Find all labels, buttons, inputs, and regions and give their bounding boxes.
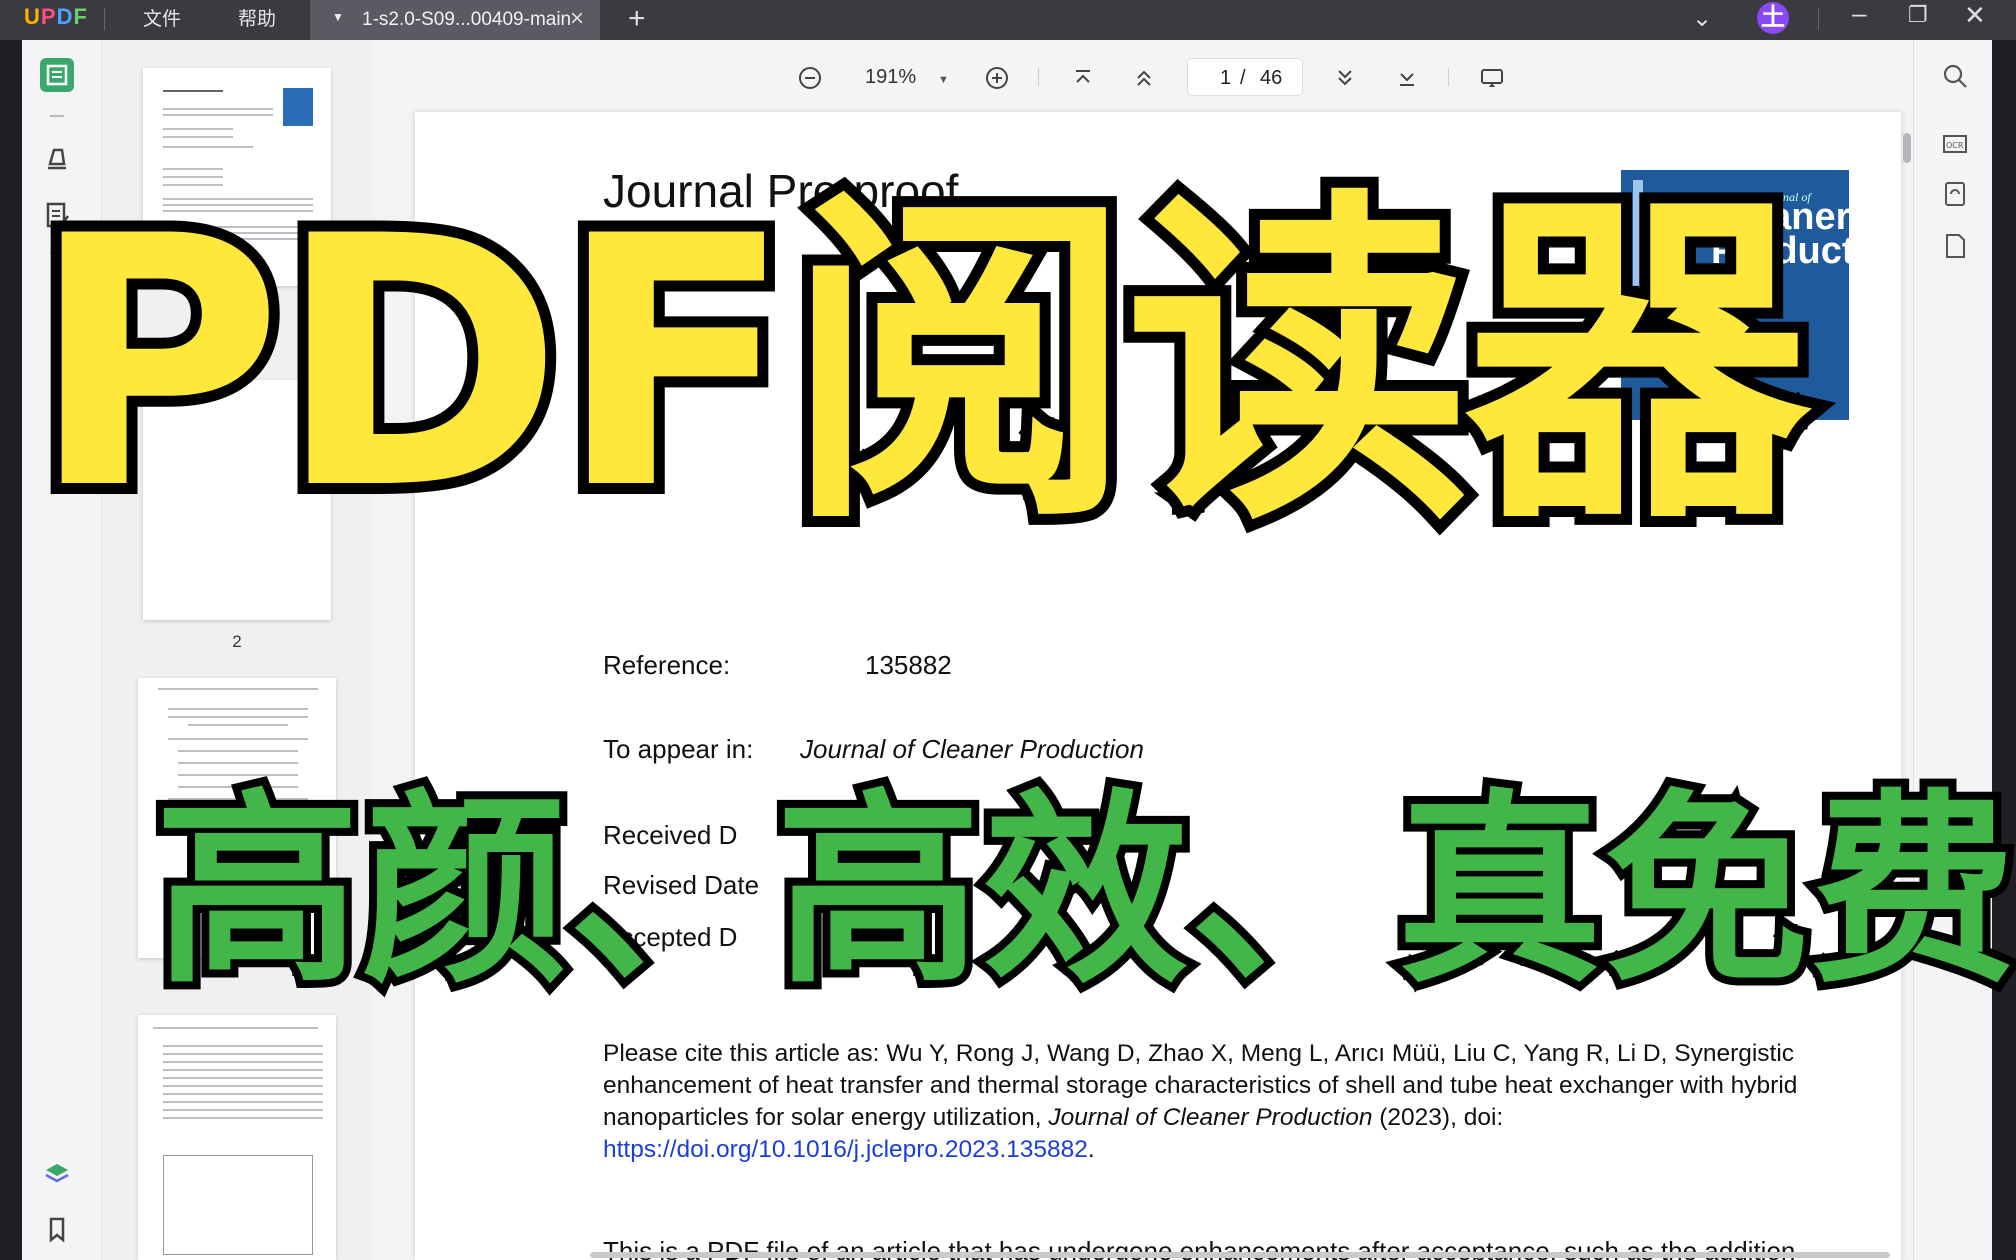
tab-dropdown-icon[interactable]: ▼ bbox=[332, 10, 344, 24]
citation-year: (2023), doi: bbox=[1372, 1104, 1504, 1131]
received-label: Received D bbox=[603, 820, 738, 850]
total-pages: 46 bbox=[1260, 67, 1283, 89]
last-page-icon[interactable] bbox=[1394, 65, 1420, 91]
zoom-dropdown-icon[interactable]: ▼ bbox=[938, 74, 949, 86]
close-window-icon[interactable]: ✕ bbox=[1964, 0, 1986, 31]
new-tab-icon[interactable]: + bbox=[628, 2, 646, 36]
menu-file[interactable]: 文件 bbox=[143, 4, 181, 31]
protect-icon[interactable] bbox=[1941, 232, 1969, 260]
thumbnail-page-number: 1 bbox=[232, 296, 242, 315]
appear-label: To appear in: bbox=[603, 734, 754, 764]
next-page-icon[interactable] bbox=[1332, 65, 1358, 91]
thumbnail-page-3[interactable] bbox=[138, 678, 336, 958]
chevron-down-icon[interactable]: ⌄ bbox=[1692, 4, 1712, 33]
pdf-page[interactable]: Journal Pre-proof Journal of Cleaner Pro… bbox=[415, 112, 1901, 1260]
zoom-in-icon[interactable] bbox=[984, 65, 1010, 91]
reference-value: 135882 bbox=[865, 650, 952, 680]
current-page[interactable]: 1 bbox=[1220, 67, 1231, 90]
title-bar: UPDF 文件 帮助 ▼ 1-s2.0-S09...00409-main × +… bbox=[0, 0, 2016, 40]
divider bbox=[1818, 8, 1819, 30]
slideshow-icon[interactable] bbox=[1479, 65, 1505, 91]
thumbnail-page-1[interactable] bbox=[143, 68, 331, 286]
horizontal-scrollbar[interactable] bbox=[590, 1252, 1890, 1258]
menu-help[interactable]: 帮助 bbox=[238, 4, 276, 31]
thumbnail-page-2[interactable] bbox=[143, 380, 331, 620]
accepted-label: Accepted D bbox=[603, 922, 738, 952]
bookmark-icon[interactable] bbox=[40, 1212, 74, 1246]
zoom-out-icon[interactable] bbox=[797, 65, 823, 91]
app-window: UPDF 文件 帮助 ▼ 1-s2.0-S09...00409-main × +… bbox=[0, 0, 2016, 1260]
comment-highlight-icon[interactable] bbox=[40, 140, 74, 174]
reader-mode-icon[interactable] bbox=[40, 58, 74, 92]
previous-page-icon[interactable] bbox=[1131, 65, 1157, 91]
layers-icon[interactable] bbox=[40, 1156, 74, 1190]
cover-stripe bbox=[1633, 180, 1643, 300]
avatar[interactable]: 土 bbox=[1757, 2, 1789, 34]
ocr-icon[interactable]: OCR bbox=[1941, 130, 1969, 158]
close-tab-icon[interactable]: × bbox=[570, 5, 584, 33]
first-page-icon[interactable] bbox=[1070, 65, 1096, 91]
journal-cover-image: Journal of Cleaner Production bbox=[1621, 170, 1849, 420]
app-logo: UPDF bbox=[24, 4, 88, 29]
convert-icon[interactable] bbox=[1941, 180, 1969, 208]
right-tool-rail bbox=[1913, 40, 1992, 1260]
divider bbox=[1038, 68, 1039, 86]
page-number-field[interactable]: 1 / 46 bbox=[1187, 58, 1303, 96]
appear-value: Journal of Cleaner Production bbox=[800, 734, 1144, 764]
document-title: Journal Pre-proof bbox=[603, 165, 959, 217]
revised-label: Revised Date bbox=[603, 870, 760, 900]
divider bbox=[1448, 68, 1449, 86]
divider bbox=[104, 8, 105, 30]
divider bbox=[50, 115, 64, 117]
citation-end: . bbox=[1087, 1136, 1095, 1163]
thumbnail-table bbox=[163, 1155, 313, 1255]
reference-label: Reference: bbox=[603, 650, 731, 680]
thumbnail-page-4[interactable] bbox=[138, 1015, 336, 1260]
thumbnail-cover-image bbox=[283, 88, 313, 126]
divider bbox=[50, 252, 64, 254]
edit-pdf-icon[interactable] bbox=[40, 198, 74, 232]
zoom-level[interactable]: 191% bbox=[865, 66, 916, 89]
doi-link[interactable]: https://doi.org/10.1016/j.jclepro.2023.1… bbox=[603, 1136, 1088, 1163]
citation-journal: Journal of Cleaner Production bbox=[1048, 1104, 1373, 1131]
svg-text:OCR: OCR bbox=[1946, 141, 1964, 150]
page-separator: / bbox=[1240, 67, 1246, 89]
thumbnail-page-number: 2 bbox=[232, 632, 242, 651]
minimize-icon[interactable]: – bbox=[1852, 0, 1866, 29]
search-icon[interactable] bbox=[1941, 62, 1969, 90]
citation-paragraph: Please cite this article as: Wu Y, Rong … bbox=[603, 1038, 1803, 1166]
cover-title: Cleaner Production bbox=[1711, 196, 1849, 272]
vertical-scrollbar[interactable] bbox=[1903, 133, 1911, 163]
restore-icon[interactable]: ❐ bbox=[1908, 2, 1928, 28]
document-tab[interactable]: ▼ 1-s2.0-S09...00409-main × bbox=[310, 0, 600, 40]
tab-title: 1-s2.0-S09...00409-main bbox=[362, 9, 572, 30]
